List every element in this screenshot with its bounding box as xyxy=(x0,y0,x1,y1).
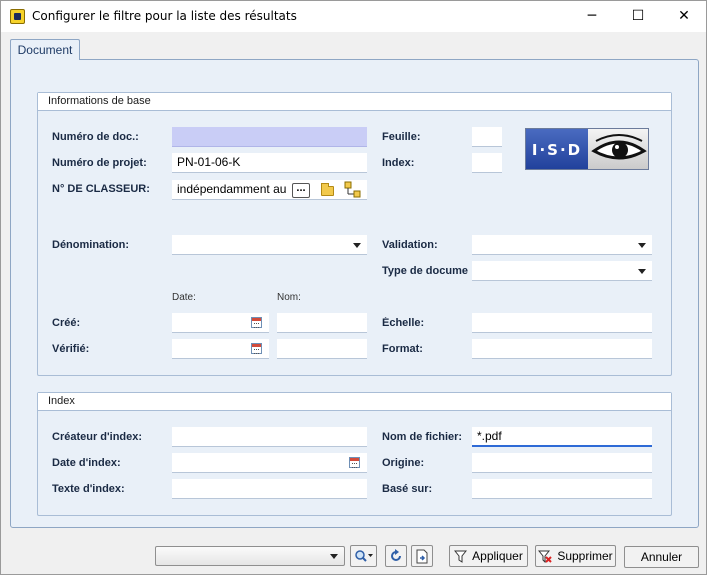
name-column-header: Nom: xyxy=(277,292,301,303)
doc-number-field[interactable] xyxy=(172,127,367,147)
scale-field[interactable] xyxy=(472,313,652,333)
doc-type-label: Type de docume xyxy=(382,265,468,277)
project-number-label: Numéro de projet: xyxy=(52,157,147,169)
verified-label: Vérifié: xyxy=(52,343,90,355)
doc-number-label: Numéro de doc.: xyxy=(52,131,139,143)
export-button[interactable] xyxy=(411,545,433,567)
created-label: Créé: xyxy=(52,317,81,329)
index-text-field[interactable] xyxy=(172,479,367,499)
denomination-label: Dénomination: xyxy=(52,239,129,251)
binder-field-value: indépendamment au xyxy=(177,182,287,196)
chevron-down-icon xyxy=(330,554,338,559)
based-on-field[interactable] xyxy=(472,479,652,499)
calendar-icon[interactable] xyxy=(251,317,262,328)
calendar-icon[interactable] xyxy=(349,457,360,468)
cancel-button[interactable]: Annuler xyxy=(624,546,699,568)
index-date-field[interactable] xyxy=(172,453,367,473)
window-title: Configurer le filtre pour la liste des r… xyxy=(32,9,297,23)
isd-logo: I·S·D xyxy=(525,128,649,170)
refresh-icon xyxy=(391,549,401,561)
denomination-dropdown[interactable] xyxy=(172,235,367,255)
app-icon xyxy=(10,9,25,24)
dialog-window: Configurer le filtre pour la liste des r… xyxy=(0,0,707,575)
apply-button[interactable]: Appliquer xyxy=(449,545,528,567)
isd-logo-eye xyxy=(588,129,648,169)
binder-browse-button[interactable]: ... xyxy=(292,183,310,198)
filename-field[interactable]: *.pdf xyxy=(472,427,652,447)
index-creator-field[interactable] xyxy=(172,427,367,447)
folder-icon[interactable] xyxy=(321,183,334,196)
format-label: Format: xyxy=(382,343,423,355)
group-index-title: Index xyxy=(38,393,671,411)
sheet-label: Feuille: xyxy=(382,131,421,143)
filter-delete-icon xyxy=(538,550,553,563)
sheet-field[interactable] xyxy=(472,127,502,147)
chevron-down-icon xyxy=(638,243,646,248)
index-label: Index: xyxy=(382,157,415,169)
search-icon xyxy=(354,550,373,562)
structure-tree-icon[interactable] xyxy=(344,181,362,199)
chevron-down-icon xyxy=(638,269,646,274)
validation-label: Validation: xyxy=(382,239,438,251)
origin-label: Origine: xyxy=(382,457,425,469)
search-options-button[interactable] xyxy=(350,545,377,567)
verified-date-field[interactable] xyxy=(172,339,269,359)
doc-type-dropdown[interactable] xyxy=(472,261,652,281)
group-basic-info-title: Informations de base xyxy=(38,93,671,111)
created-name-field[interactable] xyxy=(277,313,367,333)
filter-icon xyxy=(454,550,468,563)
refresh-button[interactable] xyxy=(385,545,407,567)
verified-name-field[interactable] xyxy=(277,339,367,359)
filename-label: Nom de fichier: xyxy=(382,431,463,443)
saved-filter-dropdown[interactable] xyxy=(155,546,345,566)
date-column-header: Date: xyxy=(172,292,196,303)
calendar-icon[interactable] xyxy=(251,343,262,354)
index-creator-label: Créateur d'index: xyxy=(52,431,143,443)
format-field[interactable] xyxy=(472,339,652,359)
origin-field[interactable] xyxy=(472,453,652,473)
isd-logo-text: I·S·D xyxy=(526,129,588,169)
title-bar: Configurer le filtre pour la liste des r… xyxy=(1,1,706,32)
scale-label: Échelle: xyxy=(382,317,425,329)
tab-document[interactable]: Document xyxy=(10,39,80,60)
binder-field[interactable]: indépendamment au xyxy=(172,180,367,200)
document-export-icon xyxy=(416,549,428,563)
created-date-field[interactable] xyxy=(172,313,269,333)
validation-dropdown[interactable] xyxy=(472,235,652,255)
delete-button[interactable]: Supprimer xyxy=(535,545,616,567)
binder-label: N° DE CLASSEUR: xyxy=(52,183,150,195)
index-text-label: Texte d'index: xyxy=(52,483,125,495)
maximize-button[interactable]: ☐ xyxy=(615,1,661,31)
chevron-down-icon xyxy=(353,243,361,248)
project-number-field[interactable]: PN-01-06-K xyxy=(172,153,367,173)
index-date-label: Date d'index: xyxy=(52,457,121,469)
eye-icon xyxy=(591,134,647,160)
index-field[interactable] xyxy=(472,153,502,173)
close-button[interactable]: ✕ xyxy=(661,1,707,31)
minimize-button[interactable]: ─ xyxy=(569,1,615,31)
based-on-label: Basé sur: xyxy=(382,483,433,495)
